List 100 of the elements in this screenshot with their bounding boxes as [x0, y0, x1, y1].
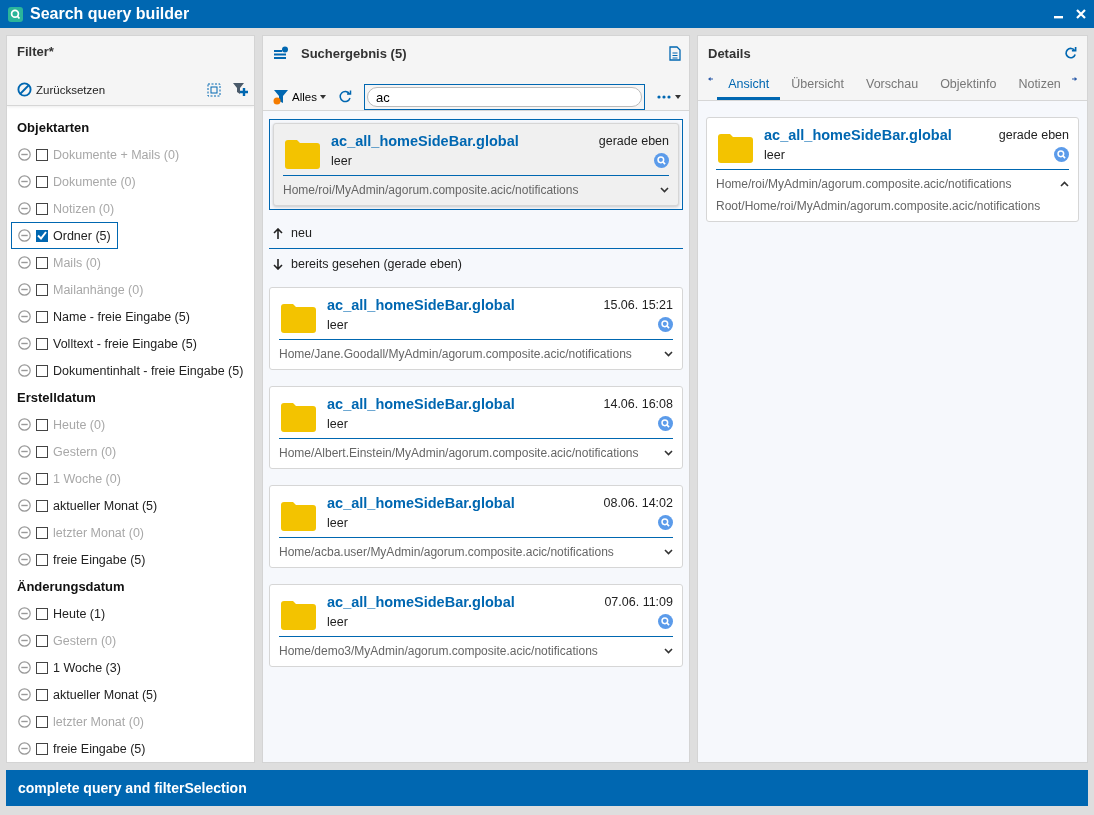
checkbox[interactable] [36, 607, 48, 620]
filter-label: Mails (0) [53, 255, 101, 270]
arrow-down-icon [273, 258, 283, 270]
arrow-left-icon[interactable] [708, 74, 714, 84]
result-title[interactable]: ac_all_homeSideBar.global [327, 396, 515, 412]
filter-label: Ordner (5) [53, 228, 111, 243]
result-subtitle: leer [327, 515, 348, 530]
section-heading: Erstelldatum [17, 389, 97, 407]
filter-item[interactable]: aktueller Monat (5) [11, 681, 165, 708]
result-path: Home/Albert.Einstein/MyAdmin/agorum.composite.acic/notifications [279, 446, 639, 460]
arrow-up-icon [273, 227, 283, 239]
result-time: 14.06. 16:08 [603, 397, 673, 411]
close-icon[interactable] [1076, 9, 1086, 19]
folder-icon [716, 133, 754, 163]
result-time: 15.06. 15:21 [603, 298, 673, 312]
exclude-icon[interactable] [18, 364, 31, 377]
result-time: 08.06. 14:02 [603, 496, 673, 510]
chevron-icon[interactable] [664, 648, 673, 654]
search-icon [8, 6, 23, 22]
document-icon[interactable] [669, 45, 681, 61]
exclude-icon[interactable] [18, 499, 31, 512]
checkbox[interactable] [36, 499, 48, 512]
chevron-icon[interactable] [664, 450, 673, 456]
result-subtitle: leer [764, 147, 785, 162]
chevron-icon[interactable] [664, 351, 673, 357]
filter-item[interactable]: freie Eingabe (5) [11, 546, 153, 573]
search-icon[interactable] [1054, 147, 1069, 162]
search-icon[interactable] [654, 153, 669, 168]
filter-label: letzter Monat (0) [53, 525, 144, 540]
exclude-icon[interactable] [18, 553, 31, 566]
exclude-icon[interactable] [18, 607, 31, 620]
filter-item[interactable]: Dokumentinhalt - freie Eingabe (5) [11, 357, 251, 384]
refresh-icon[interactable] [1064, 46, 1077, 60]
select-frame-icon[interactable] [207, 82, 221, 97]
filter-label: Name - freie Eingabe (5) [53, 309, 190, 324]
caret-icon [319, 95, 326, 99]
exclude-icon[interactable] [18, 310, 31, 323]
filter-item[interactable]: freie Eingabe (5) [11, 735, 153, 762]
search-icon[interactable] [658, 416, 673, 431]
filter-label: Gestern (0) [53, 444, 117, 459]
section-heading: Objektarten [17, 119, 91, 137]
chevron-icon[interactable] [1060, 181, 1069, 187]
filter-icon [273, 89, 289, 105]
result-title[interactable]: ac_all_homeSideBar.global [331, 133, 519, 149]
list-star-icon [273, 46, 289, 60]
checkbox[interactable] [36, 661, 48, 674]
filter-label: freie Eingabe (5) [53, 741, 146, 756]
result-title[interactable]: ac_all_homeSideBar.global [327, 495, 515, 511]
panel-title: Details [708, 45, 751, 61]
exclude-icon[interactable] [18, 229, 31, 242]
checkbox[interactable] [36, 229, 48, 242]
filter-item[interactable]: Volltext - freie Eingabe (5) [11, 330, 204, 357]
exclude-icon[interactable] [18, 661, 31, 674]
result-card[interactable]: ac_all_homeSideBar.global gerade eben leer Home/roi/MyAdmin/agorum.composite.acic/notifications [273, 123, 679, 206]
exclude-icon[interactable] [18, 337, 31, 350]
result-title[interactable]: ac_all_homeSideBar.global [764, 127, 952, 143]
result-card[interactable]: ac_all_homeSideBar.global 14.06. 16:08 leer Home/Albert.Einstein/MyAdmin/agorum.composite.acic/notifications [269, 386, 683, 469]
search-icon[interactable] [658, 515, 673, 530]
more-icon[interactable] [657, 95, 671, 99]
filter-item[interactable]: Name - freie Eingabe (5) [11, 303, 197, 330]
filter-add-icon[interactable] [232, 82, 248, 97]
filter-label: Dokumente (0) [53, 174, 136, 189]
section-heading: Änderungsdatum [17, 578, 126, 596]
tab[interactable]: Notizen [1007, 77, 1072, 100]
filter-item[interactable]: Heute (1) [11, 600, 113, 627]
group-label[interactable]: neu [291, 226, 312, 240]
exclude-icon[interactable] [18, 688, 31, 701]
refresh-icon[interactable] [337, 90, 352, 104]
filter-item[interactable]: aktueller Monat (5) [11, 492, 165, 519]
exclude-icon[interactable] [18, 742, 31, 755]
checkbox[interactable] [36, 337, 48, 350]
tab[interactable]: Objektinfo [929, 77, 1008, 100]
checkbox[interactable] [36, 553, 48, 566]
filter-item[interactable]: Ordner (5) [11, 222, 118, 249]
result-card[interactable]: ac_all_homeSideBar.global 08.06. 14:02 leer Home/acba.user/MyAdmin/agorum.composite.acic/notifications [269, 485, 683, 568]
tab[interactable]: Vorschau [855, 77, 930, 100]
search-field[interactable]: ac [363, 84, 645, 110]
filter-item[interactable]: 1 Woche (3) [11, 654, 128, 681]
tab[interactable]: Übersicht [780, 77, 855, 100]
result-card[interactable]: ac_all_homeSideBar.global 15.06. 15:21 leer Home/Jane.Goodall/MyAdmin/agorum.composite.acic/notifications [269, 287, 683, 370]
checkbox[interactable] [36, 742, 48, 755]
result-subtitle: leer [327, 317, 348, 332]
reset-button[interactable]: Zurücksetzen [17, 82, 202, 97]
chevron-icon[interactable] [664, 549, 673, 555]
checkbox[interactable] [36, 364, 48, 377]
chevron-icon[interactable] [660, 187, 669, 193]
result-time: 07.06. 11:09 [604, 595, 673, 609]
filter-label: Notizen (0) [53, 201, 115, 216]
checkbox[interactable] [36, 688, 48, 701]
checkbox[interactable] [36, 310, 48, 323]
result-title[interactable]: ac_all_homeSideBar.global [327, 594, 515, 610]
scope-dropdown[interactable]: Alles [273, 89, 326, 105]
result-title[interactable]: ac_all_homeSideBar.global [327, 297, 515, 313]
search-icon[interactable] [658, 317, 673, 332]
search-icon[interactable] [658, 614, 673, 629]
group-label[interactable]: bereits gesehen (gerade eben) [291, 257, 462, 271]
caret-icon[interactable] [675, 95, 681, 99]
result-card[interactable]: ac_all_homeSideBar.global 07.06. 11:09 leer Home/demo3/MyAdmin/agorum.composite.acic/notifications [269, 584, 683, 667]
result-subtitle: leer [327, 416, 348, 431]
folder-icon [283, 139, 321, 169]
